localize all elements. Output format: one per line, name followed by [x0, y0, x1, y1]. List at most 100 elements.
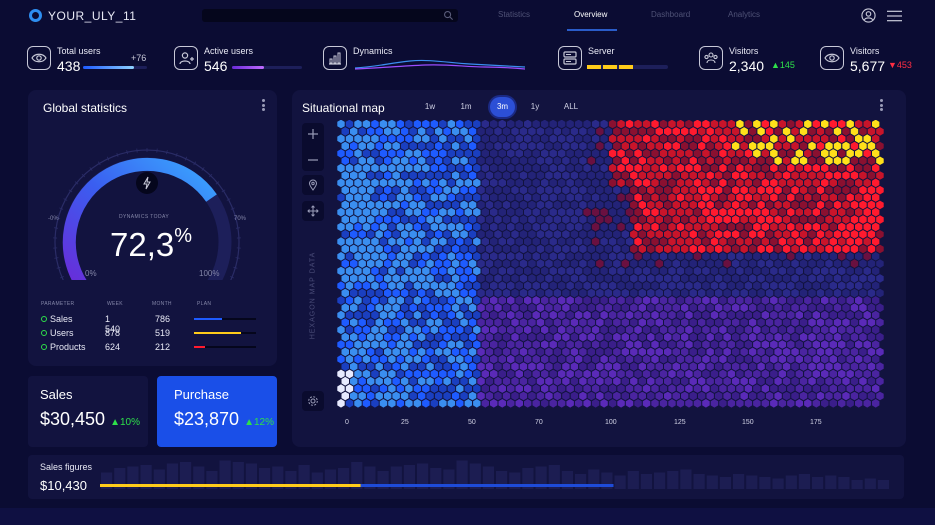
- hex-cell: [702, 340, 710, 349]
- hex-cell: [583, 399, 591, 408]
- hex-cell: [757, 141, 765, 151]
- tab-dashboard[interactable]: Dashboard: [651, 10, 690, 19]
- hex-cell: [838, 193, 846, 202]
- hex-cell: [405, 178, 413, 188]
- hex-cell: [617, 266, 625, 276]
- hex-cell: [863, 207, 871, 217]
- hex-cell: [672, 259, 680, 268]
- hex-cell: [570, 332, 579, 342]
- time-btn-1w[interactable]: 1w: [419, 97, 441, 117]
- hex-cell: [460, 215, 468, 224]
- hex-cell: [668, 252, 676, 261]
- hex-cell: [426, 288, 434, 298]
- pin-button[interactable]: [302, 175, 324, 195]
- hex-cell: [515, 134, 523, 143]
- hex-cell: [846, 163, 854, 173]
- hex-cell: [434, 244, 443, 254]
- hex-cell: [791, 259, 799, 268]
- zoom-out-icon[interactable]: [307, 154, 319, 166]
- search-icon[interactable]: [443, 10, 454, 21]
- zoom-in-icon[interactable]: [307, 128, 319, 140]
- hex-cell: [362, 325, 371, 335]
- hex-cell: [753, 237, 761, 246]
- hex-cell: [456, 310, 464, 320]
- hex-cell: [825, 244, 833, 254]
- hex-cell: [553, 185, 562, 195]
- hex-cell: [676, 354, 685, 364]
- hex-cell: [490, 163, 498, 173]
- hex-cell: [468, 171, 477, 180]
- hex-cell: [468, 244, 477, 254]
- hex-cell: [557, 163, 566, 173]
- time-btn-3m[interactable]: 3m: [490, 97, 515, 117]
- hex-cell: [710, 384, 719, 393]
- hex-cell: [799, 347, 808, 357]
- user-icon[interactable]: [861, 8, 876, 23]
- hex-cell: [375, 362, 383, 371]
- hex-cell: [638, 200, 646, 210]
- hex-cell: [451, 215, 460, 224]
- hex-cell: [634, 354, 642, 364]
- move-button[interactable]: [302, 201, 324, 221]
- hex-cell: [524, 163, 532, 173]
- tab-statistics[interactable]: Statistics: [498, 10, 530, 19]
- hex-cell: [744, 266, 753, 276]
- hex-cell: [744, 163, 753, 173]
- hex-cell: [494, 274, 502, 283]
- more-options-icon[interactable]: [880, 99, 884, 111]
- hex-cell: [515, 369, 523, 379]
- hex-cell: [765, 141, 774, 151]
- hex-cell: [825, 215, 833, 224]
- hex-cell: [867, 156, 876, 165]
- hex-cell: [528, 318, 536, 327]
- time-btn-1m[interactable]: 1m: [455, 97, 477, 117]
- hex-cell: [744, 120, 753, 129]
- hex-cell: [519, 376, 528, 386]
- hex-cell: [833, 303, 842, 313]
- hex-cell: [422, 178, 430, 188]
- time-btn-1y[interactable]: 1y: [524, 97, 546, 117]
- hex-cell: [494, 332, 502, 342]
- settings-button[interactable]: [302, 391, 324, 411]
- hex-cell: [698, 200, 706, 210]
- hex-cell: [672, 376, 680, 386]
- hex-cell: [494, 244, 502, 254]
- hex-cell: [392, 230, 400, 239]
- tab-overview[interactable]: Overview: [574, 10, 607, 19]
- hex-cell: [604, 391, 613, 401]
- hex-cell: [583, 281, 591, 290]
- search-input[interactable]: [202, 9, 458, 22]
- hex-cell: [757, 259, 765, 268]
- hex-cell: [863, 266, 871, 276]
- hex-cell: [502, 141, 511, 151]
- panel-title: Global statistics: [43, 101, 128, 115]
- hex-cell: [778, 193, 787, 202]
- x-tick: 100: [605, 419, 617, 426]
- hex-cell: [507, 325, 515, 335]
- hex-cell: [621, 127, 629, 136]
- hex-cell: [795, 266, 803, 276]
- hex-cell: [850, 303, 859, 313]
- hex-cell: [460, 347, 468, 357]
- hex-cell: [422, 384, 430, 393]
- menu-icon[interactable]: [887, 10, 902, 22]
- hex-cell: [634, 149, 642, 158]
- hexagon-map[interactable]: [337, 120, 885, 412]
- gauge-tick: [233, 266, 238, 269]
- hex-cell: [337, 310, 345, 320]
- hex-cell: [804, 178, 812, 188]
- hex-cell: [464, 340, 472, 349]
- hex-cell: [481, 399, 489, 408]
- hex-cell: [371, 296, 379, 305]
- stat-delta: +76: [131, 53, 147, 63]
- hex-cell: [782, 347, 791, 357]
- time-btn-all[interactable]: ALL: [559, 97, 583, 117]
- more-options-icon[interactable]: [262, 99, 266, 111]
- hex-cell: [613, 156, 621, 165]
- eye-icon: [27, 46, 51, 70]
- hex-cell: [825, 274, 833, 283]
- hex-cell: [782, 171, 791, 180]
- tab-analytics[interactable]: Analytics: [728, 10, 760, 19]
- logo-icon: [29, 9, 42, 22]
- hex-cell: [396, 163, 405, 173]
